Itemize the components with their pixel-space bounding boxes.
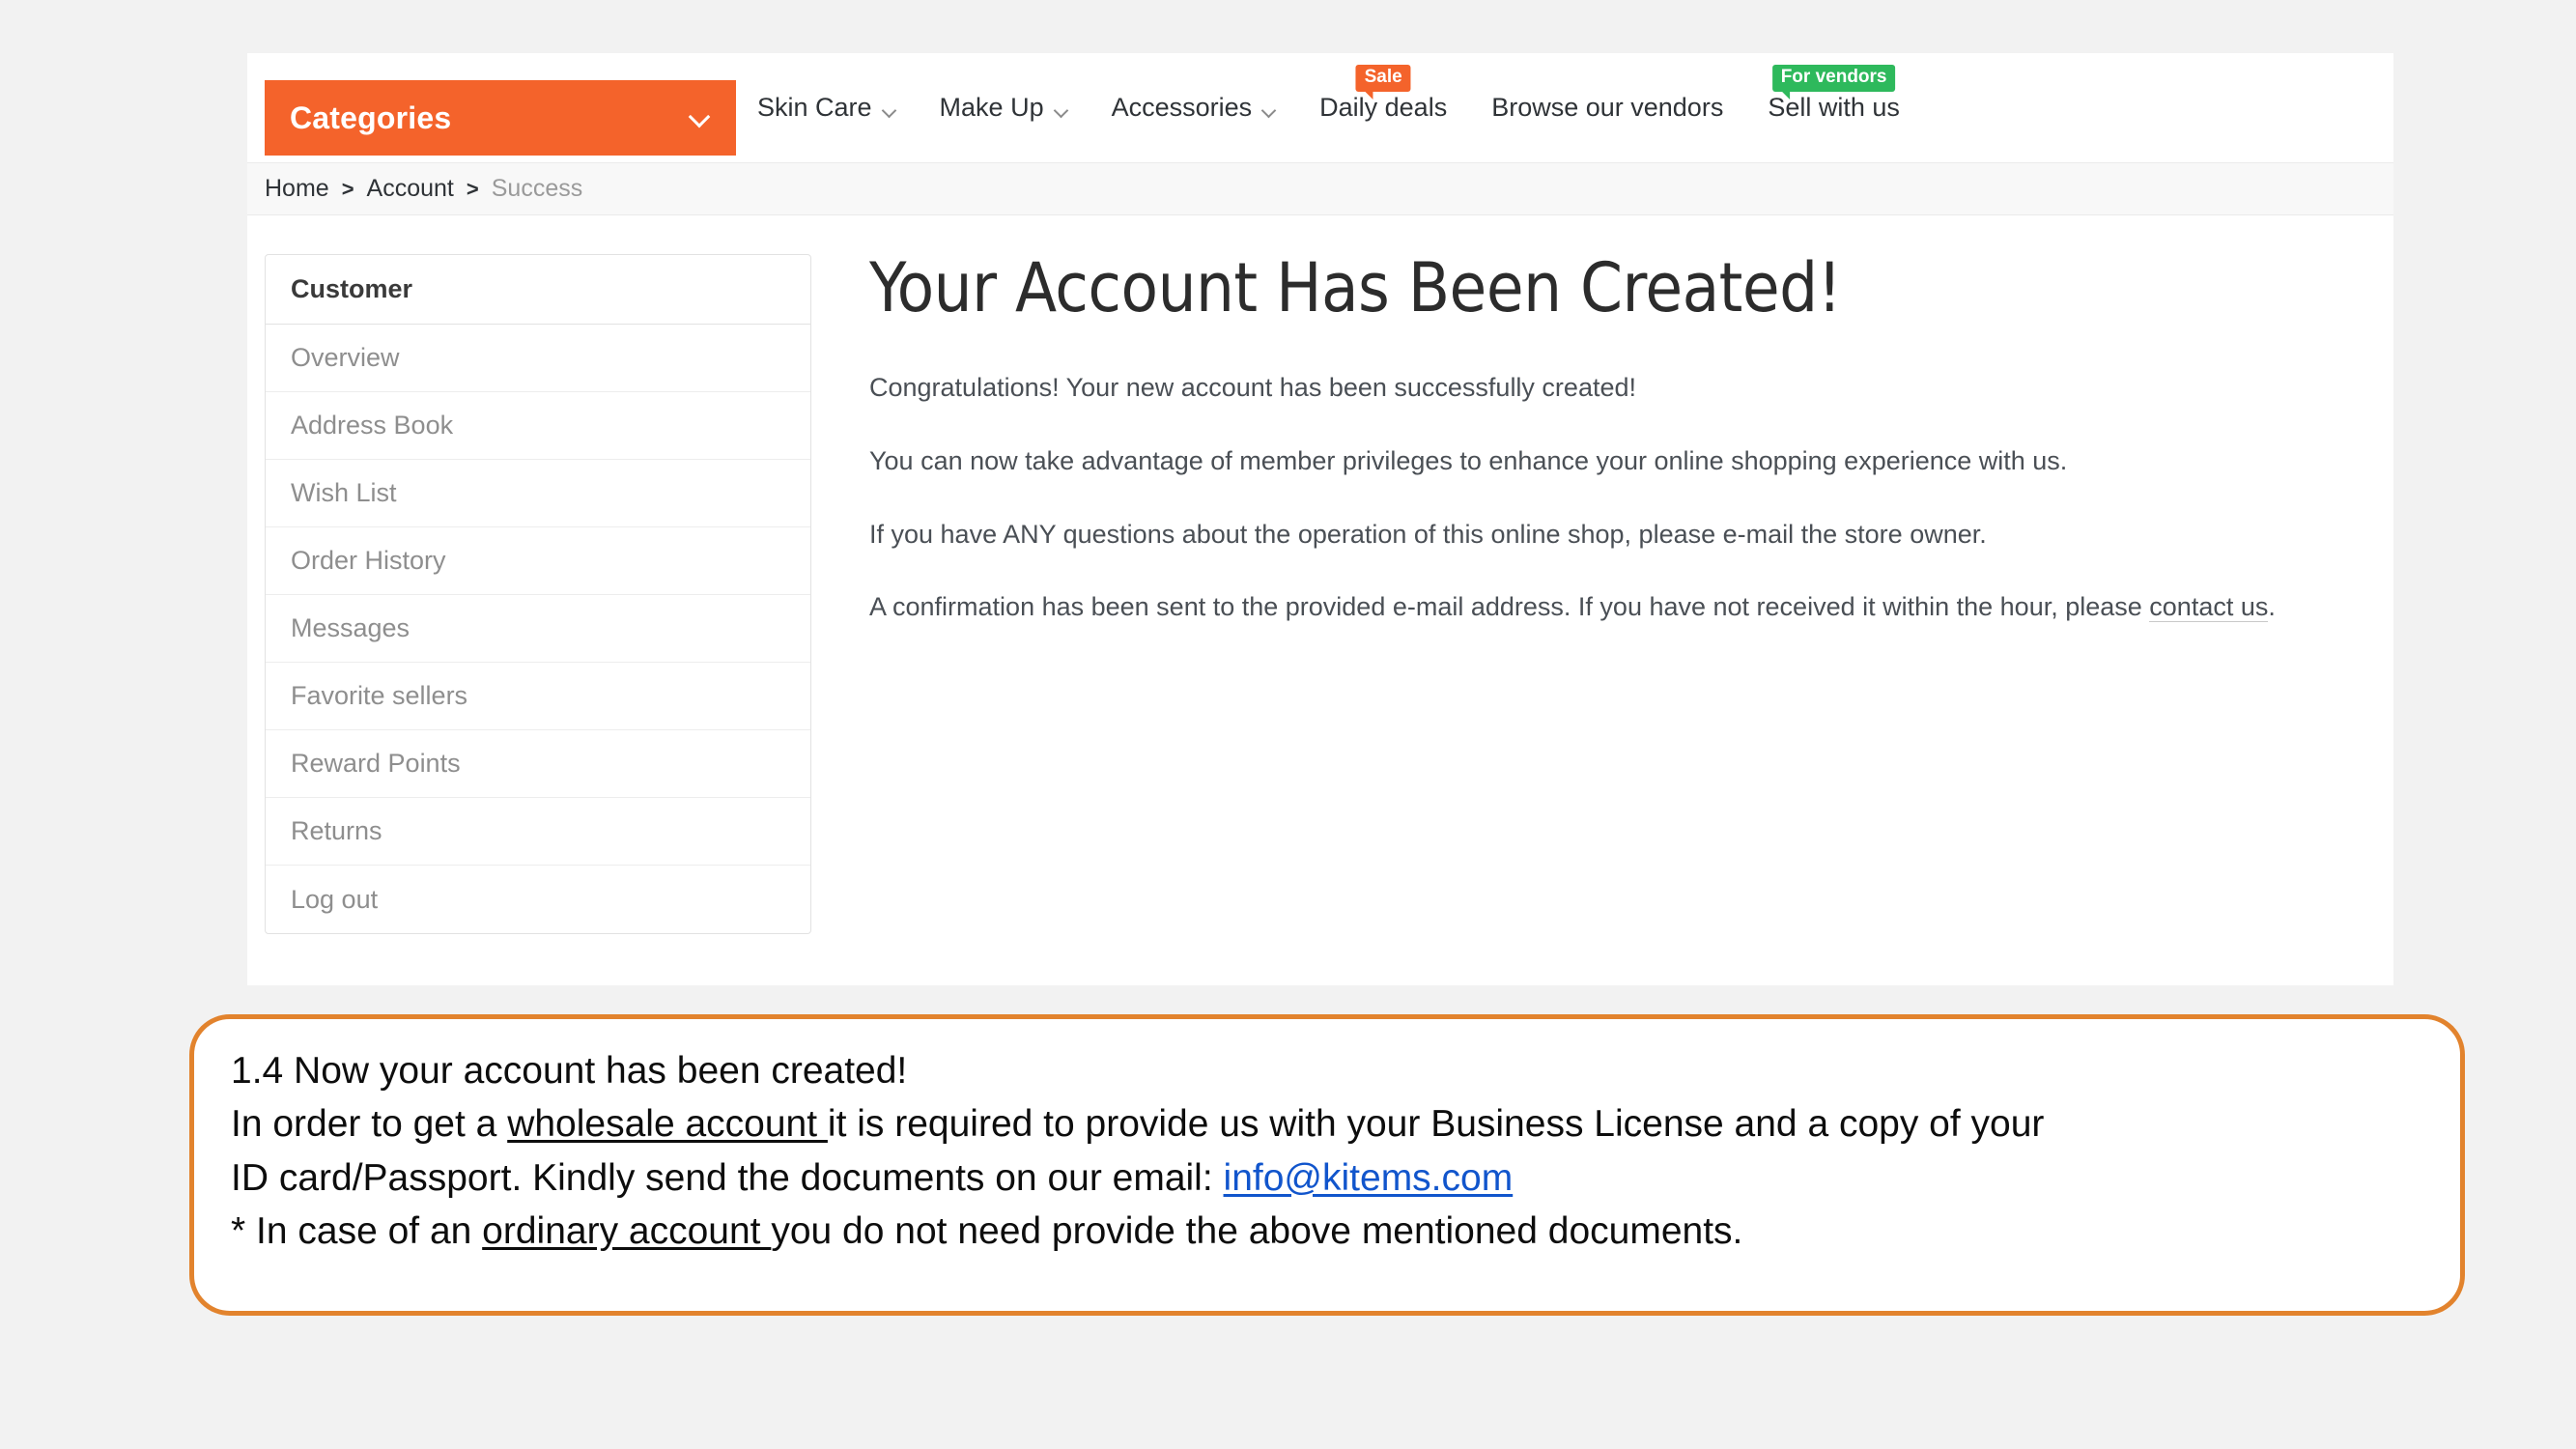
- callout-line-1: 1.4 Now your account has been created!: [231, 1050, 908, 1092]
- breadcrumb-item-account[interactable]: Account: [367, 175, 454, 203]
- account-sidebar: Customer Overview Address Book Wish List…: [265, 254, 811, 934]
- callout-line-3: ID card/Passport. Kindly send the docume…: [231, 1151, 2460, 1205]
- success-paragraph-3: If you have ANY questions about the oper…: [869, 519, 1987, 549]
- for-vendors-badge-label: For vendors: [1780, 67, 1887, 87]
- sidebar-item-address-book[interactable]: Address Book: [266, 392, 810, 460]
- breadcrumb: Home > Account > Success: [247, 163, 2393, 215]
- sidebar-item-log-out[interactable]: Log out: [266, 866, 810, 933]
- nav-item-sell-with-us[interactable]: For vendors Sell with us: [1768, 65, 1900, 123]
- breadcrumb-separator-icon: >: [341, 176, 354, 201]
- for-vendors-badge: For vendors: [1771, 65, 1896, 99]
- nav-item-label: Accessories: [1111, 93, 1253, 122]
- contact-us-link[interactable]: contact us: [2149, 592, 2269, 623]
- categories-button-label: Categories: [290, 99, 452, 135]
- sidebar-item-favorite-sellers[interactable]: Favorite sellers: [266, 663, 810, 730]
- sidebar-item-reward-points[interactable]: Reward Points: [266, 730, 810, 798]
- callout-line-4-text-b: you do not need provide the above mentio…: [771, 1210, 1743, 1253]
- page-body: Customer Overview Address Book Wish List…: [247, 215, 2393, 934]
- breadcrumb-item-home[interactable]: Home: [265, 175, 329, 203]
- main-content: Your Account Has Been Created! Congratul…: [811, 254, 2393, 934]
- nav-item-browse-our-vendors[interactable]: Browse our vendors: [1491, 93, 1723, 123]
- sale-badge-label: Sale: [1364, 67, 1402, 87]
- paragraph-4-text-before: A confirmation has been sent to the prov…: [869, 592, 2150, 622]
- nav-item-daily-deals[interactable]: Sale Daily deals: [1319, 65, 1448, 123]
- nav-links: Skin Care Make Up Accessories Sale Daily…: [757, 53, 1944, 162]
- success-paragraph-4: A confirmation has been sent to the prov…: [869, 591, 2355, 624]
- sidebar-item-returns[interactable]: Returns: [266, 798, 810, 866]
- nav-item-label: Daily deals: [1319, 93, 1448, 122]
- paragraph-4-text-after: .: [2268, 592, 2276, 622]
- callout-line-4: * In case of an ordinary account you do …: [231, 1205, 2460, 1258]
- annotation-callout: 1.4 Now your account has been created! I…: [189, 1014, 2465, 1316]
- page-title: Your Account Has Been Created!: [869, 248, 1842, 327]
- nav-item-label: Make Up: [939, 93, 1044, 122]
- breadcrumb-separator-icon: >: [466, 176, 479, 201]
- categories-button[interactable]: Categories: [265, 80, 736, 156]
- callout-line-2: In order to get a wholesale account it i…: [231, 1097, 2460, 1151]
- sidebar-item-order-history[interactable]: Order History: [266, 527, 810, 595]
- sale-badge: Sale: [1355, 65, 1411, 99]
- callout-line-2-text-a: In order to get a: [231, 1103, 508, 1146]
- breadcrumb-item-success: Success: [491, 175, 583, 202]
- main-navigation-bar: Categories Skin Care Make Up Accessories…: [247, 53, 2393, 163]
- chevron-down-icon: [1054, 103, 1067, 117]
- chevron-down-icon: [690, 107, 711, 128]
- chevron-down-icon: [882, 103, 895, 117]
- chevron-down-icon: [1261, 103, 1275, 117]
- sidebar-item-messages[interactable]: Messages: [266, 595, 810, 663]
- nav-item-accessories[interactable]: Accessories: [1112, 93, 1276, 123]
- sidebar-item-wish-list[interactable]: Wish List: [266, 460, 810, 527]
- wholesale-account-emphasis: wholesale account: [507, 1103, 828, 1146]
- ordinary-account-emphasis: ordinary account: [482, 1210, 772, 1253]
- callout-line-2-text-b: it is required to provide us with your B…: [827, 1103, 2045, 1146]
- callout-line-3-text-a: ID card/Passport. Kindly send the docume…: [231, 1156, 1224, 1199]
- nav-item-skin-care[interactable]: Skin Care: [757, 93, 895, 123]
- callout-line-4-text-a: * In case of an: [231, 1210, 483, 1253]
- sidebar-item-overview[interactable]: Overview: [266, 325, 810, 392]
- sidebar-header: Customer: [266, 255, 810, 325]
- email-link[interactable]: info@kitems.com: [1224, 1157, 1514, 1199]
- nav-item-make-up[interactable]: Make Up: [940, 93, 1067, 123]
- success-paragraph-2: You can now take advantage of member pri…: [869, 445, 2068, 475]
- nav-item-label: Skin Care: [757, 93, 872, 122]
- nav-item-label: Browse our vendors: [1491, 93, 1724, 122]
- store-page-card: Categories Skin Care Make Up Accessories…: [247, 53, 2393, 985]
- success-paragraph-1: Congratulations! Your new account has be…: [869, 373, 1636, 402]
